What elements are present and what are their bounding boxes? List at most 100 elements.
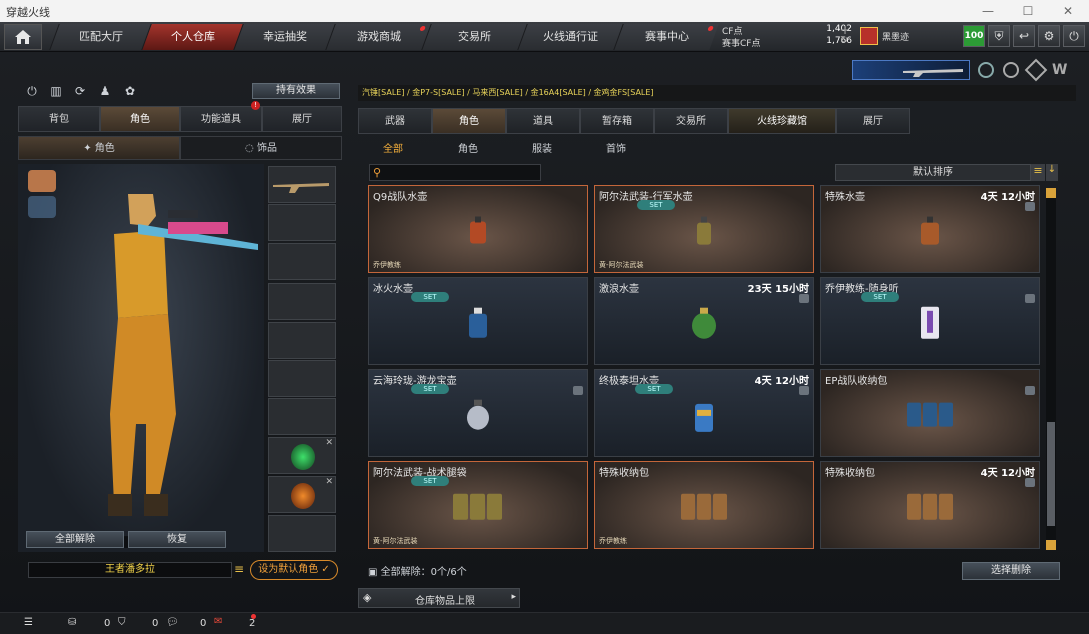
search-input[interactable]: ⚲ — [369, 164, 541, 181]
menu-icon[interactable]: ☰ — [24, 617, 33, 628]
pose-icon[interactable]: ♟ — [95, 84, 115, 100]
slot-accessory-2[interactable]: ✕ — [268, 476, 336, 513]
scroll-down-icon[interactable] — [1046, 540, 1056, 550]
warehouse-limit-button[interactable]: ◈ 仓库物品上限 ▸ — [358, 588, 520, 608]
tab-showroom[interactable]: 展厅 — [262, 106, 342, 132]
tab-weapons[interactable]: 武器 — [358, 108, 432, 134]
tab-backpack[interactable]: 背包 — [18, 106, 100, 132]
filter-clothing[interactable]: 服装 — [532, 140, 552, 155]
subtab-role[interactable]: ✦ 角色 — [18, 136, 180, 160]
tab-match-lobby[interactable]: 匹配大厅 — [49, 24, 151, 50]
toggle-off-icon[interactable]: ⏻ — [22, 84, 42, 100]
tab-storage[interactable]: 暂存箱 — [580, 108, 654, 134]
slot-eyewear[interactable] — [268, 243, 336, 280]
character-preview[interactable] — [18, 164, 264, 552]
remove-all-status: ▣ 全部解除：0个/6个 — [368, 567, 467, 578]
filter-all[interactable]: 全部 — [383, 140, 403, 155]
checkbox-icon[interactable]: ▣ — [368, 567, 381, 578]
tab-items[interactable]: 道具 — [506, 108, 580, 134]
diamond-icon[interactable] — [1024, 58, 1048, 82]
currency-panel: CF点 1,402 赛事CF点 1,766 — [722, 24, 852, 49]
lock-icon — [573, 386, 583, 395]
sparkle-icon: ✦ — [83, 143, 95, 154]
gear-icon[interactable]: ⚙ — [1038, 25, 1060, 47]
game-window: 穿越火线 — ☐ ✕ 匹配大厅 个人仓库 幸运抽奖 游戏商城 交易所 火线通行证… — [0, 0, 1089, 634]
pouch-icon — [907, 493, 953, 520]
item-grid-scrollbar[interactable] — [1046, 188, 1056, 550]
item-card[interactable]: 阿尔法武装-行军水壶 SET 黄-阿尔法武装 — [594, 185, 814, 273]
tab-function-items[interactable]: 功能道具 — [180, 106, 262, 132]
item-grid: Q9战队水壶 乔伊教练 阿尔法武装-行军水壶 SET 黄-阿尔法武装 特殊水壶 … — [368, 185, 1040, 551]
slot-accessory-1[interactable]: ✕ — [268, 437, 336, 474]
tab-game-mall[interactable]: 游戏商城 — [325, 24, 431, 50]
scroll-thumb[interactable] — [1047, 422, 1055, 526]
slot-accessory-3[interactable] — [268, 515, 336, 552]
remove-icon[interactable]: ✕ — [325, 477, 333, 487]
item-card[interactable]: 阿尔法武装-战术腿袋 SET 黄-阿尔法武装 — [368, 461, 588, 549]
item-card[interactable]: 特殊水壶 4天 12小时 — [820, 185, 1040, 273]
badge-icon[interactable] — [978, 62, 994, 78]
friends-icon[interactable]: ⛁ — [68, 617, 76, 628]
remove-all-button[interactable]: 全部解除 — [26, 531, 124, 548]
sort-dropdown[interactable]: 默认排序 — [835, 164, 1031, 181]
slot-gloves[interactable] — [268, 398, 336, 435]
select-delete-button[interactable]: 选择删除 — [962, 562, 1060, 580]
item-card[interactable]: EP战队收纳包 — [820, 369, 1040, 457]
subtab-accessories[interactable]: ◌ 饰品 — [180, 136, 342, 160]
slot-weapon[interactable] — [268, 166, 336, 203]
canteen-icon — [469, 307, 487, 338]
filter-role[interactable]: 角色 — [458, 140, 478, 155]
scroll-up-icon[interactable] — [1046, 188, 1056, 198]
item-card[interactable]: 冰火水壶 SET — [368, 277, 588, 365]
restore-button[interactable]: 恢复 — [128, 531, 226, 548]
tab-lucky-draw[interactable]: 幸运抽奖 — [233, 24, 335, 50]
lock-icon — [1025, 202, 1035, 211]
chart-icon[interactable]: ▥ — [46, 84, 66, 100]
tab-collection[interactable]: 火线珍藏馆 — [728, 108, 836, 134]
lock-icon — [799, 386, 809, 395]
item-card[interactable]: 终极泰坦水壶 4天 12小时 SET — [594, 369, 814, 457]
tab-exchange[interactable]: 交易所 — [421, 24, 527, 50]
return-icon[interactable]: ↩ — [1013, 25, 1035, 47]
item-card[interactable]: 激浪水壶 23天 15小时 — [594, 277, 814, 365]
item-card[interactable]: 云海玲珑-游龙宝壶 SET — [368, 369, 588, 457]
list-icon[interactable]: ≡ — [232, 562, 246, 578]
tab-character[interactable]: 角色 — [100, 106, 180, 132]
tab-battle-pass[interactable]: 火线通行证 — [517, 24, 623, 50]
set-default-character-button[interactable]: 设为默认角色 ✓ — [250, 560, 338, 580]
home-button[interactable] — [4, 24, 42, 50]
shield-small-icon[interactable]: ⛉ — [118, 617, 126, 628]
holding-effects-button[interactable]: 持有效果 — [252, 83, 340, 99]
pet-icon[interactable]: ✿ — [120, 84, 140, 100]
minimize-button[interactable]: — — [968, 0, 1008, 22]
shield-icon[interactable]: ⛨ — [988, 25, 1010, 47]
item-card[interactable]: 特殊收纳包 4天 12小时 — [820, 461, 1040, 549]
refresh-icon[interactable]: ↻ — [840, 35, 848, 46]
close-button[interactable]: ✕ — [1048, 0, 1088, 22]
maximize-button[interactable]: ☐ — [1008, 0, 1048, 22]
chat-icon[interactable]: 💬︎ — [166, 617, 179, 628]
weapon-banner[interactable] — [852, 60, 970, 80]
target-icon[interactable] — [1003, 62, 1019, 78]
tab-event-center[interactable]: 赛事中心 — [613, 24, 719, 50]
tab-personal-warehouse[interactable]: 个人仓库 — [141, 24, 243, 50]
slot-head[interactable] — [268, 204, 336, 241]
gift-icon[interactable]: ✉ — [214, 616, 222, 627]
item-card[interactable]: 特殊收纳包 乔伊教练 — [594, 461, 814, 549]
slot-mask[interactable] — [268, 283, 336, 320]
item-card[interactable]: Q9战队水壶 乔伊教练 — [368, 185, 588, 273]
filter-jewelry[interactable]: 首饰 — [606, 140, 626, 155]
item-card[interactable]: 乔伊教练-随身听 SET — [820, 277, 1040, 365]
sort-list-icon[interactable]: ≡ — [1031, 164, 1045, 181]
vip-icon[interactable]: W — [1052, 62, 1068, 78]
sort-direction-icon[interactable]: ↓ — [1046, 164, 1058, 181]
rotate-icon[interactable]: ⟳ — [70, 84, 90, 100]
slot-back[interactable] — [268, 322, 336, 359]
power-icon[interactable]: ⏻ — [1063, 25, 1085, 47]
tab-trade[interactable]: 交易所 — [654, 108, 728, 134]
slot-vest[interactable] — [268, 360, 336, 397]
remove-icon[interactable]: ✕ — [325, 438, 333, 448]
tab-exhibition[interactable]: 展厅 — [836, 108, 910, 134]
tab-roles[interactable]: 角色 — [432, 108, 506, 134]
title-bar: 穿越火线 — ☐ ✕ — [0, 0, 1089, 22]
